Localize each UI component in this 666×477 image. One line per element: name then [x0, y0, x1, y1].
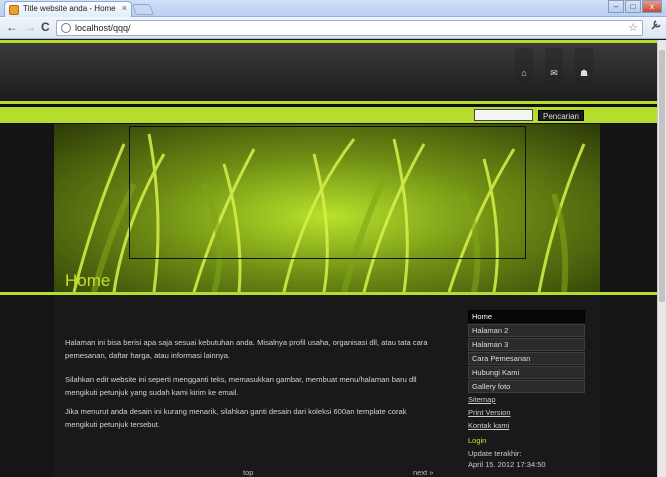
banner-frame [129, 126, 526, 259]
updated-label: Update terakhir: [468, 449, 522, 458]
sidebar-item-cara-pemesanan[interactable]: Cara Pemesanan [468, 352, 585, 365]
sitemap-icon[interactable]: ☗ [575, 48, 593, 98]
window-controls: – □ x [608, 0, 662, 13]
sidebar-item-gallery-foto[interactable]: Gallery foto [468, 380, 585, 393]
close-window-button[interactable]: x [642, 0, 662, 13]
tab-close-icon[interactable]: × [122, 3, 127, 13]
kontak-kami-link[interactable]: Kontak kami [468, 421, 509, 430]
login-link[interactable]: Login [468, 436, 486, 445]
search-input[interactable] [474, 109, 533, 121]
maximize-button[interactable]: □ [625, 0, 641, 13]
updated-value: April 15. 2012 17:34:50 [468, 460, 546, 469]
site-header: ⌂ ✉ ☗ [0, 43, 657, 101]
vertical-scrollbar[interactable] [657, 40, 666, 477]
reload-icon[interactable]: C [41, 20, 50, 34]
favicon-icon [9, 5, 19, 15]
forward-icon[interactable]: → [24, 20, 36, 34]
design-paragraph: Jika menurut anda desain ini kurang mena… [65, 407, 407, 429]
top-link[interactable]: top [243, 468, 253, 477]
mail-icon[interactable]: ✉ [545, 48, 563, 98]
globe-icon [61, 23, 71, 33]
next-link[interactable]: next » [413, 468, 433, 477]
wrench-icon[interactable] [650, 20, 661, 34]
banner-image [54, 124, 600, 292]
sidebar-item-home[interactable]: Home [468, 310, 585, 323]
print-version-link[interactable]: Print Version [468, 408, 511, 417]
edit-paragraph: Silahkan edit website ini seperti mengga… [65, 375, 417, 397]
back-icon[interactable]: ← [6, 20, 18, 34]
sidebar-item-hubungi-kami[interactable]: Hubungi Kami [468, 366, 585, 379]
last-updated: Update terakhir: April 15. 2012 17:34:50 [468, 448, 578, 470]
address-bar[interactable]: localhost/qqq/ ☆ [56, 20, 643, 36]
new-tab-button[interactable] [131, 4, 155, 15]
url-text: localhost/qqq/ [75, 23, 131, 33]
browser-tab[interactable]: Title website anda - Home × [4, 1, 132, 17]
minimize-button[interactable]: – [608, 0, 624, 13]
scrollbar-thumb[interactable] [659, 50, 665, 302]
page-title: Home [65, 271, 111, 290]
sidebar-item-halaman-2[interactable]: Halaman 2 [468, 324, 585, 337]
tab-title: Title website anda - Home [23, 4, 116, 13]
header-accent-line [0, 101, 657, 104]
search-bar: Pencarian [0, 107, 657, 123]
search-button[interactable]: Pencarian [538, 110, 584, 121]
home-icon[interactable]: ⌂ [515, 48, 533, 98]
browser-toolbar: ← → C localhost/qqq/ ☆ [0, 17, 666, 39]
window-titlebar: Title website anda - Home × – □ x [0, 0, 666, 17]
sidebar-item-halaman-3[interactable]: Halaman 3 [468, 338, 585, 351]
intro-paragraph: Halaman ini bisa berisi apa saja sesuai … [65, 338, 428, 360]
sidebar-menu: Home Halaman 2 Halaman 3 Cara Pemesanan … [468, 310, 585, 394]
sitemap-link[interactable]: Sitemap [468, 395, 496, 404]
bookmark-star-icon[interactable]: ☆ [628, 21, 638, 34]
header-icons: ⌂ ✉ ☗ [515, 48, 593, 98]
